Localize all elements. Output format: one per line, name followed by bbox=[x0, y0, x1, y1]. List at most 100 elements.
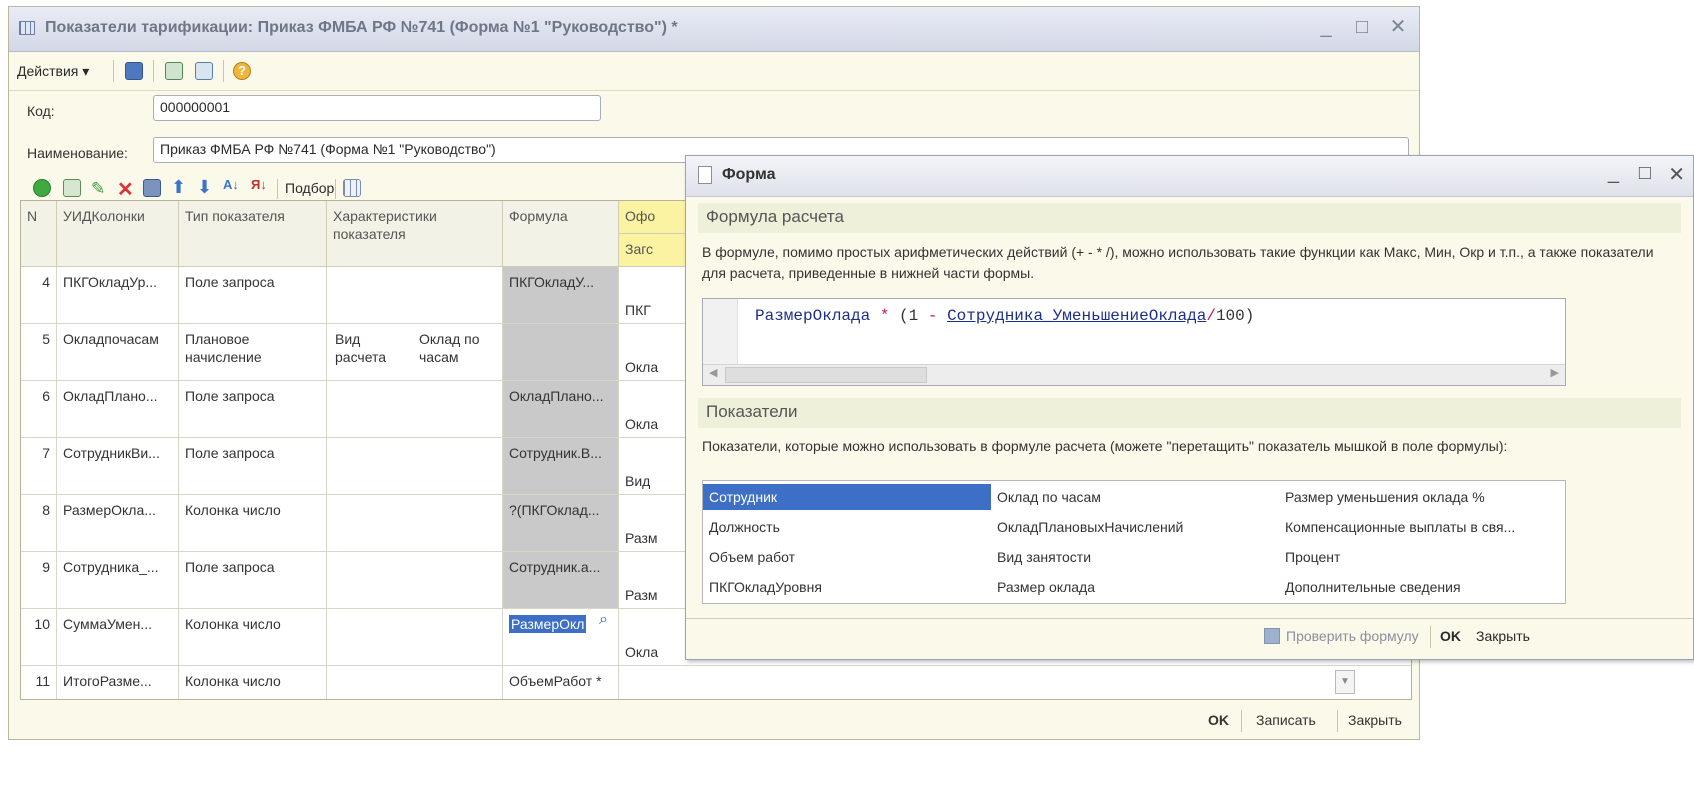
indicator-item[interactable]: Должность bbox=[709, 519, 780, 535]
save-close-icon[interactable] bbox=[125, 59, 143, 83]
indicator-item[interactable]: ОкладПлановыхНачислений bbox=[997, 519, 1183, 535]
cell-n[interactable]: 9 bbox=[21, 552, 57, 608]
cell-type[interactable]: Колонка число bbox=[179, 666, 327, 699]
cell-type[interactable]: Колонка число bbox=[179, 609, 327, 665]
table-row[interactable]: 11 ИтогоРазме... Колонка число ОбъемРабот *… bbox=[21, 666, 1411, 699]
indicator-item[interactable]: Размер оклада bbox=[997, 579, 1095, 595]
cell-formula-text: ПКГОкладУ... bbox=[509, 274, 595, 290]
cell-extra[interactable]: ▼ bbox=[619, 666, 1411, 699]
cell-formula-text: ОкладПлано... bbox=[509, 388, 604, 404]
cell-n[interactable]: 5 bbox=[21, 324, 57, 380]
indicator-item[interactable]: Сотрудник bbox=[709, 489, 777, 505]
cell-type[interactable]: Поле запроса bbox=[179, 438, 327, 494]
dialog-close-text-button[interactable]: Закрыть bbox=[1476, 628, 1530, 644]
cell-characteristics[interactable] bbox=[327, 438, 503, 494]
close-button[interactable]: ✕ bbox=[1387, 15, 1409, 39]
delete-icon[interactable]: ✕ bbox=[117, 177, 135, 201]
cell-formula[interactable]: ПКГОкладУ... bbox=[503, 267, 619, 323]
indicator-item[interactable]: Компенсационные выплаты в свя... bbox=[1285, 519, 1515, 535]
cell-characteristics[interactable]: Вид расчета Оклад по часам bbox=[327, 324, 503, 380]
formula-text: РазмерОклада * (1 - Сотрудника_Уменьшени… bbox=[755, 307, 1254, 325]
cell-n-text: 9 bbox=[42, 559, 50, 575]
dropdown-arrow-icon[interactable]: ▼ bbox=[1335, 670, 1355, 694]
columns-icon[interactable] bbox=[343, 179, 361, 197]
move-down-icon[interactable]: ⬇ bbox=[197, 177, 215, 197]
dialog-minimize-button[interactable]: _ bbox=[1608, 162, 1619, 185]
cell-characteristics[interactable] bbox=[327, 381, 503, 437]
cell-n[interactable]: 4 bbox=[21, 267, 57, 323]
col-header-formula[interactable]: Формула bbox=[503, 201, 619, 267]
cell-uid[interactable]: ОкладПлано... bbox=[57, 381, 179, 437]
cell-formula[interactable]: ОкладПлано... bbox=[503, 381, 619, 437]
sort-desc-icon[interactable]: Я↓ bbox=[251, 177, 269, 195]
dialog-ok-button[interactable]: OK bbox=[1440, 628, 1461, 644]
cell-n[interactable]: 7 bbox=[21, 438, 57, 494]
indicator-item[interactable]: Оклад по часам bbox=[997, 489, 1101, 505]
cell-characteristics[interactable] bbox=[327, 267, 503, 323]
horizontal-scrollbar[interactable]: ◀ ▶ bbox=[703, 364, 1565, 385]
cell-type[interactable]: Колонка число bbox=[179, 495, 327, 551]
cell-type[interactable]: Поле запроса bbox=[179, 381, 327, 437]
maximize-button[interactable]: □ bbox=[1351, 15, 1373, 39]
check-formula-button[interactable]: Проверить формулу bbox=[1286, 628, 1419, 644]
help-icon[interactable]: ? bbox=[233, 59, 251, 83]
cell-formula[interactable]: ОбъемРабот * bbox=[503, 666, 619, 699]
cell-type[interactable]: Плановое начисление bbox=[179, 324, 327, 380]
formula-token: Сотрудника_УменьшениеОклада bbox=[947, 307, 1207, 325]
cell-uid[interactable]: Сотрудника_... bbox=[57, 552, 179, 608]
cell-n[interactable]: 10 bbox=[21, 609, 57, 665]
move-up-icon[interactable]: ⬆ bbox=[171, 177, 189, 197]
cell-formula[interactable]: РазмерОкл ⌕ bbox=[503, 609, 619, 665]
cell-uid[interactable]: ИтогоРазме... bbox=[57, 666, 179, 699]
close-footer-button[interactable]: Закрыть bbox=[1348, 712, 1402, 728]
indicator-item[interactable]: Объем работ bbox=[709, 549, 795, 565]
add-copy-icon[interactable] bbox=[63, 179, 81, 197]
indicator-item[interactable]: Процент bbox=[1285, 549, 1340, 565]
cell-characteristics[interactable] bbox=[327, 495, 503, 551]
formula-editor[interactable]: РазмерОклада * (1 - Сотрудника_Уменьшени… bbox=[702, 298, 1566, 386]
cell-n[interactable]: 11 bbox=[21, 666, 57, 699]
indicator-item[interactable]: Дополнительные сведения bbox=[1285, 579, 1461, 595]
save-button[interactable]: Записать bbox=[1256, 712, 1316, 728]
cell-uid[interactable]: РазмерОкла... bbox=[57, 495, 179, 551]
sort-asc-icon[interactable]: A↓ bbox=[223, 177, 241, 195]
end-edit-icon[interactable] bbox=[143, 179, 161, 197]
actions-menu-button[interactable]: Действия ▾ bbox=[17, 59, 89, 83]
col-header-uid[interactable]: УИДКолонки bbox=[57, 201, 179, 267]
cell-n[interactable]: 8 bbox=[21, 495, 57, 551]
col-header-n[interactable]: N bbox=[21, 201, 57, 267]
dialog-close-button[interactable]: ✕ bbox=[1668, 162, 1685, 187]
refresh-icon[interactable] bbox=[165, 59, 183, 83]
cell-formula[interactable]: Сотрудник.В... bbox=[503, 438, 619, 494]
cell-uid[interactable]: ПКГОкладУр... bbox=[57, 267, 179, 323]
cell-uid[interactable]: СотрудникВи... bbox=[57, 438, 179, 494]
cell-characteristics[interactable] bbox=[327, 552, 503, 608]
col-header-type[interactable]: Тип показателя bbox=[179, 201, 327, 267]
cell-formula[interactable]: Сотрудник.а... bbox=[503, 552, 619, 608]
document-copy-icon[interactable] bbox=[195, 59, 213, 83]
cell-characteristics[interactable] bbox=[327, 609, 503, 665]
cell-formula[interactable] bbox=[503, 324, 619, 380]
edit-pencil-icon[interactable]: ✎ bbox=[91, 179, 109, 198]
cell-uid[interactable]: Окладпочасам bbox=[57, 324, 179, 380]
indicator-item[interactable]: ПКГОкладУровня bbox=[709, 579, 822, 595]
col-header-characteristics[interactable]: Характеристики показателя bbox=[327, 201, 503, 267]
search-icon[interactable]: ⌕ bbox=[599, 611, 608, 629]
indicator-item[interactable]: Вид занятости bbox=[997, 549, 1091, 565]
dialog-maximize-button[interactable]: □ bbox=[1639, 162, 1651, 185]
cell-extra-text: ПКГ bbox=[625, 302, 651, 318]
cell-type[interactable]: Поле запроса bbox=[179, 552, 327, 608]
code-field[interactable]: 000000001 bbox=[153, 95, 601, 121]
formula-token: - bbox=[927, 307, 938, 325]
add-icon[interactable] bbox=[33, 179, 51, 197]
cell-type[interactable]: Поле запроса bbox=[179, 267, 327, 323]
formula-info-text: В формуле, помимо простых арифметических… bbox=[702, 244, 1654, 281]
podbor-button[interactable]: Подбор bbox=[285, 180, 334, 196]
ok-button[interactable]: OK bbox=[1208, 712, 1229, 728]
cell-uid[interactable]: СуммаУмен... bbox=[57, 609, 179, 665]
cell-formula[interactable]: ?(ПКГОклад... bbox=[503, 495, 619, 551]
cell-n[interactable]: 6 bbox=[21, 381, 57, 437]
minimize-button[interactable]: _ bbox=[1315, 15, 1337, 39]
indicator-item[interactable]: Размер уменьшения оклада % bbox=[1285, 489, 1485, 505]
cell-characteristics[interactable] bbox=[327, 666, 503, 699]
